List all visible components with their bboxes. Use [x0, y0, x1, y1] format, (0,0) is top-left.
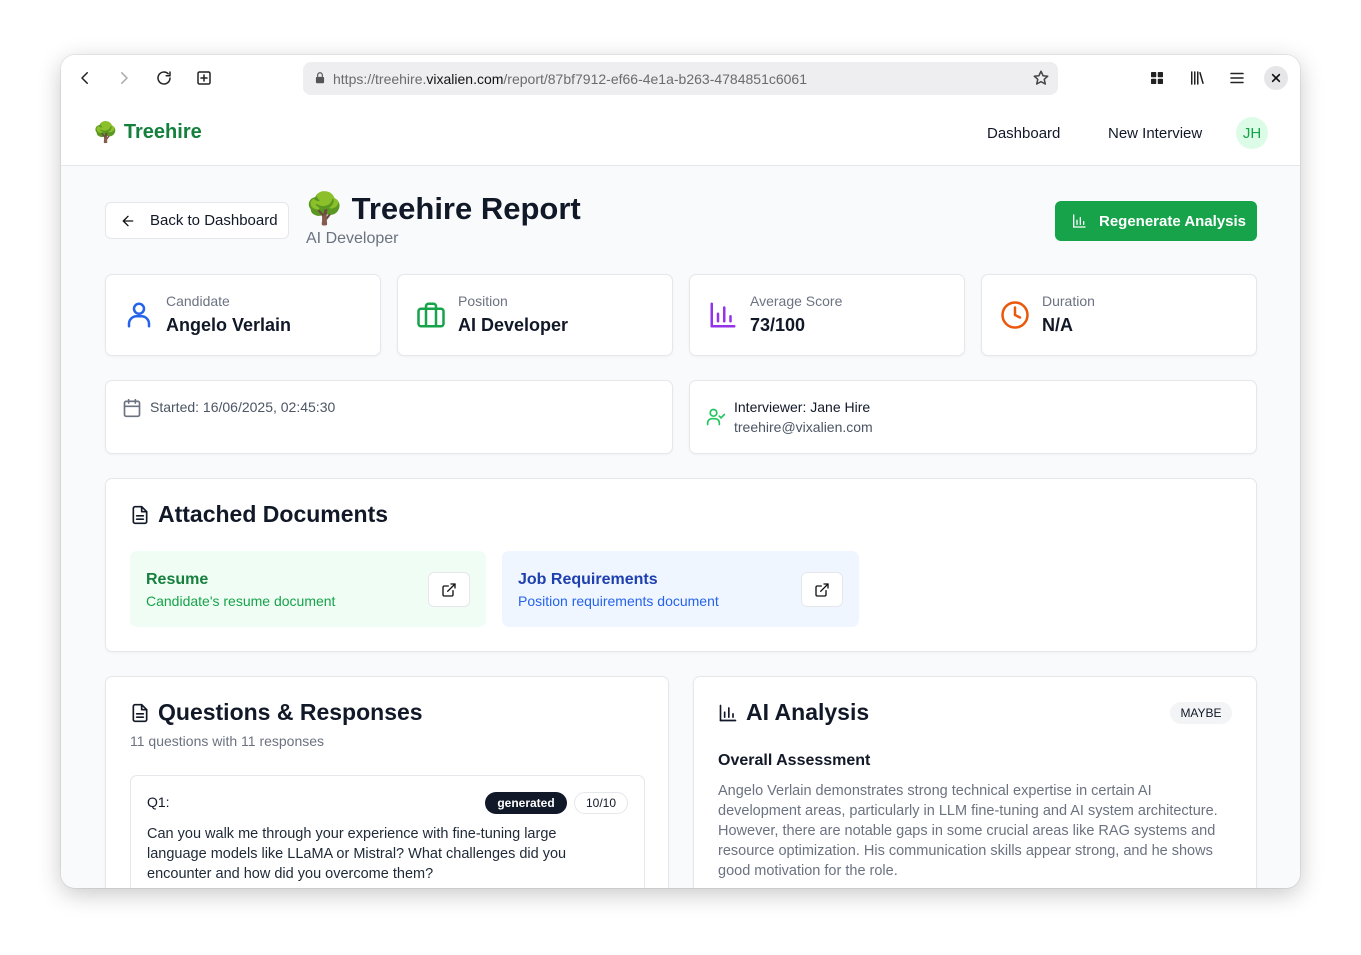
- average-score-value: 73/100: [750, 315, 806, 335]
- arrow-left-icon: [122, 215, 134, 226]
- external-link-icon: [815, 582, 829, 597]
- attached-documents-panel: Attached Documents Resume Candidate's re…: [105, 478, 1257, 652]
- attached-documents-title: Attached Documents: [158, 501, 389, 527]
- bar-chart-icon: [710, 302, 736, 328]
- score-badge: 10/10: [574, 792, 628, 814]
- clock-icon: [1001, 301, 1029, 329]
- regenerate-button-label: Regenerate Analysis: [1099, 212, 1247, 230]
- ai-analysis-panel: AI Analysis MAYBE Overall Assessment Ang…: [693, 676, 1257, 888]
- generated-badge: generated: [485, 792, 567, 814]
- overall-assessment-title: Overall Assessment: [718, 752, 871, 769]
- document-icon: [132, 703, 148, 723]
- open-resume-button[interactable]: [428, 572, 470, 607]
- bookmark-star-icon[interactable]: [1032, 69, 1050, 87]
- verdict-badge: MAYBE: [1170, 702, 1232, 724]
- url-bar[interactable]: https://treehire. vixalien.com/report/87b…: [303, 62, 1058, 95]
- calendar-icon: [123, 398, 141, 418]
- page-subtitle: AI Developer: [306, 230, 399, 247]
- position-value: AI Developer: [458, 315, 569, 335]
- brand-name: Treehire: [123, 121, 202, 143]
- questions-summary: 11 questions with 11 responses: [130, 733, 325, 749]
- close-window-icon[interactable]: [1264, 66, 1288, 90]
- nav-new-interview-link[interactable]: New Interview: [1108, 125, 1202, 142]
- questions-title: Questions & Responses: [158, 699, 423, 725]
- regenerate-analysis-button[interactable]: Regenerate Analysis: [1055, 201, 1257, 241]
- open-job-requirements-button[interactable]: [801, 572, 843, 607]
- brand-logo[interactable]: 🌳 Treehire: [93, 120, 202, 145]
- duration-card: Duration N/A: [981, 274, 1257, 356]
- average-score-card: Average Score 73/100: [689, 274, 965, 356]
- duration-value: N/A: [1042, 315, 1073, 335]
- extensions-grid-icon[interactable]: [1142, 63, 1172, 93]
- back-button-label: Back to Dashboard: [150, 212, 278, 229]
- candidate-label: Candidate: [166, 293, 230, 309]
- overall-assessment-text: Angelo Verlain demonstrates strong techn…: [718, 783, 1218, 879]
- position-card: Position AI Developer: [397, 274, 673, 356]
- browser-window: https://treehire. vixalien.com/report/87b…: [61, 55, 1300, 888]
- bar-chart-icon: [1073, 214, 1086, 228]
- resume-document[interactable]: Resume Candidate's resume document: [130, 551, 486, 627]
- reload-icon[interactable]: [149, 63, 179, 93]
- job-requirements-subtitle: Position requirements document: [518, 593, 719, 609]
- url-prefix: https://treehire.: [333, 70, 427, 87]
- lock-icon: [315, 72, 325, 84]
- question-label: Q1:: [147, 794, 170, 810]
- back-to-dashboard-button[interactable]: Back to Dashboard: [105, 202, 289, 239]
- job-requirements-document[interactable]: Job Requirements Position requirements d…: [502, 551, 859, 627]
- app-navbar: 🌳 Treehire Dashboard New Interview JH: [61, 101, 1300, 166]
- question-item[interactable]: Q1: generated 10/10 Can you walk me thro…: [130, 775, 645, 888]
- new-tab-icon[interactable]: [189, 63, 219, 93]
- started-text: Started: 16/06/2025, 02:45:30: [150, 399, 336, 415]
- nav-dashboard-link[interactable]: Dashboard: [987, 125, 1060, 142]
- report-main: Back to Dashboard 🌳 Treehire Report AI D…: [61, 166, 1300, 888]
- url-path: /report/87bf7912-ef66-4e1a-b263-4784851c…: [503, 70, 807, 87]
- resume-subtitle: Candidate's resume document: [146, 593, 336, 609]
- external-link-icon: [442, 582, 456, 597]
- user-check-icon: [706, 408, 726, 426]
- position-label: Position: [458, 293, 508, 309]
- page-title: 🌳 Treehire Report: [305, 190, 581, 227]
- resume-title: Resume: [146, 571, 209, 588]
- page-title-text: Treehire Report: [351, 190, 581, 226]
- started-card: Started: 16/06/2025, 02:45:30: [105, 380, 673, 454]
- bar-chart-icon: [719, 704, 737, 722]
- user-icon: [127, 302, 151, 328]
- forward-arrow-icon[interactable]: [109, 63, 139, 93]
- tree-icon: 🌳: [305, 191, 344, 226]
- interviewer-card: Interviewer: Jane Hire treehire@vixalien…: [689, 380, 1257, 454]
- interviewer-name: Interviewer: Jane Hire: [734, 399, 871, 415]
- candidate-value: Angelo Verlain: [166, 315, 292, 335]
- user-avatar[interactable]: JH: [1236, 117, 1268, 149]
- briefcase-icon: [417, 302, 445, 328]
- document-icon: [132, 505, 148, 525]
- ai-analysis-title: AI Analysis: [746, 699, 870, 725]
- library-icon[interactable]: [1182, 63, 1212, 93]
- questions-panel: Questions & Responses 11 questions with …: [105, 676, 669, 888]
- duration-label: Duration: [1042, 293, 1095, 309]
- average-score-label: Average Score: [750, 293, 843, 309]
- candidate-card: Candidate Angelo Verlain: [105, 274, 381, 356]
- job-requirements-title: Job Requirements: [518, 571, 658, 588]
- menu-hamburger-icon[interactable]: [1222, 63, 1252, 93]
- back-arrow-icon[interactable]: [70, 63, 100, 93]
- url-domain: vixalien.com: [426, 70, 504, 87]
- browser-toolbar: https://treehire. vixalien.com/report/87b…: [61, 55, 1300, 101]
- question-text: Can you walk me through your experience …: [147, 826, 567, 882]
- interviewer-email: treehire@vixalien.com: [734, 419, 873, 435]
- tree-icon: 🌳: [93, 122, 118, 144]
